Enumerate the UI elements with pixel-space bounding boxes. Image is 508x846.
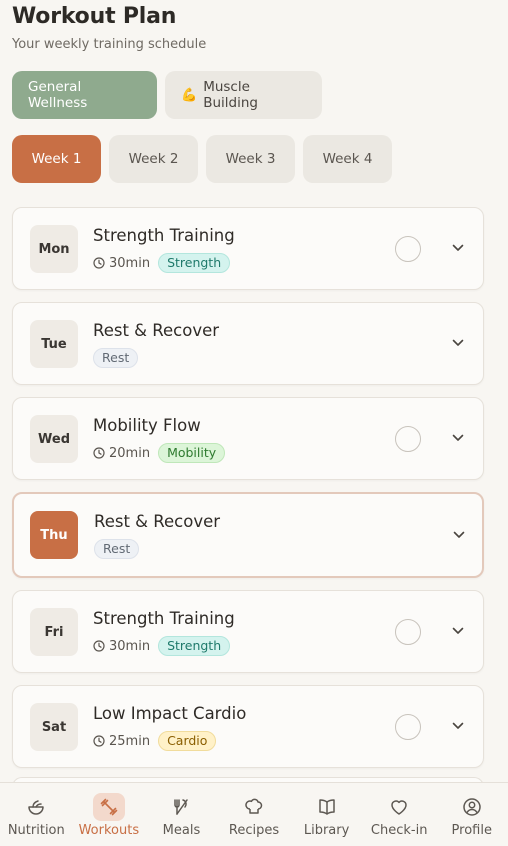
workout-title: Rest & Recover [94,512,221,531]
workout-meta: 30min Strength [93,636,231,656]
duration: 30min [93,256,150,271]
plan-tab-general-wellness[interactable]: General Wellness [12,71,157,119]
workout-title: Rest & Recover [93,321,220,340]
workout-title: Mobility Flow [93,416,201,435]
nav-item-check-in[interactable]: Check-in [363,783,436,846]
chevron-down-icon[interactable] [451,241,465,255]
utensils-icon [174,799,189,815]
page-title: Workout Plan [12,4,177,29]
day-list: Mon Strength Training 30min Strength Tue… [12,207,484,780]
workout-type-tag: Mobility [158,443,226,463]
workout-title: Strength Training [93,609,235,628]
plan-tab-muscle-building[interactable]: 💪 Muscle Building [165,71,322,119]
nav-item-profile[interactable]: Profile [435,783,508,846]
day-badge: Wed [30,415,78,463]
workout-meta: Rest [93,348,139,368]
workout-meta: 20min Mobility [93,443,226,463]
tab-week-1[interactable]: Week 1 [12,135,101,183]
chevron-down-icon[interactable] [451,431,465,445]
workout-type-tag: Strength [158,253,231,273]
day-card-tue[interactable]: Tue Rest & Recover Rest [12,302,484,385]
chevron-down-icon[interactable] [451,719,465,733]
clock-icon [93,257,105,269]
duration-text: 25min [109,733,151,749]
day-card-sat[interactable]: Sat Low Impact Cardio 25min Cardio [12,685,484,768]
nav-item-recipes[interactable]: Recipes [218,783,291,846]
week-tab-label: Week 4 [322,151,373,167]
day-badge: Tue [30,320,78,368]
day-badge: Thu [30,511,78,559]
nav-label: Meals [162,823,201,838]
nav-label: Recipes [228,823,280,838]
workout-type-tag: Cardio [158,731,217,751]
duration-text: 30min [109,255,151,271]
duration-text: 30min [109,638,151,654]
chevron-down-icon[interactable] [452,528,466,542]
complete-checkbox[interactable] [395,236,421,262]
complete-checkbox[interactable] [395,619,421,645]
duration: 30min [93,639,150,654]
duration: 20min [93,446,150,461]
tab-week-2[interactable]: Week 2 [109,135,198,183]
week-tab-label: Week 1 [31,151,82,167]
plan-tab-label: Muscle Building [203,79,258,111]
bottom-nav: Nutrition Workouts Meals Recipes Library… [0,782,508,846]
complete-checkbox[interactable] [395,426,421,452]
flexed-biceps-icon: 💪 [181,87,198,103]
workout-type-tag: Rest [94,539,140,559]
duration-text: 20min [109,445,151,461]
workout-meta: 25min Cardio [93,731,217,751]
salad-bowl-icon [28,800,45,815]
workout-type-tag: Strength [158,636,231,656]
tab-week-4[interactable]: Week 4 [303,135,392,183]
nav-label: Library [303,823,350,838]
heart-icon [391,800,407,815]
dumbbell-icon [100,798,118,816]
workout-title: Low Impact Cardio [93,704,247,723]
day-badge: Mon [30,225,78,273]
clock-icon [93,447,105,459]
complete-checkbox[interactable] [395,714,421,740]
day-badge: Fri [30,608,78,656]
nav-item-nutrition[interactable]: Nutrition [0,783,73,846]
week-tab-label: Week 2 [128,151,179,167]
chef-hat-icon [245,798,263,814]
clock-icon [93,640,105,652]
user-circle-icon [463,798,481,816]
day-card-mon[interactable]: Mon Strength Training 30min Strength [12,207,484,290]
workout-type-tag: Rest [93,348,139,368]
nav-label: Workouts [78,823,140,838]
tab-week-3[interactable]: Week 3 [206,135,295,183]
page-header: Workout Plan Your weekly training schedu… [12,4,206,52]
day-card-wed[interactable]: Wed Mobility Flow 20min Mobility [12,397,484,480]
nav-item-meals[interactable]: Meals [145,783,218,846]
nav-label: Profile [451,823,492,838]
nav-label: Check-in [370,823,428,838]
nav-item-library[interactable]: Library [290,783,363,846]
day-card-fri[interactable]: Fri Strength Training 30min Strength [12,590,484,673]
chevron-down-icon[interactable] [451,336,465,350]
book-icon [318,799,335,815]
workout-meta: Rest [94,539,140,559]
duration: 25min [93,734,150,749]
day-badge: Sat [30,703,78,751]
nav-label: Nutrition [7,823,65,838]
workout-meta: 30min Strength [93,253,231,273]
page-subtitle: Your weekly training schedule [12,37,207,52]
week-tabs: Week 1 Week 2 Week 3 Week 4 [12,135,392,183]
day-card-thu[interactable]: Thu Rest & Recover Rest [12,492,484,578]
nav-item-workouts[interactable]: Workouts [73,783,146,846]
chevron-down-icon[interactable] [451,624,465,638]
week-tab-label: Week 3 [225,151,276,167]
clock-icon [93,735,105,747]
workout-title: Strength Training [93,226,235,245]
plan-tab-label: General Wellness [28,79,88,111]
plan-tabs: General Wellness 💪 Muscle Building [12,71,322,119]
